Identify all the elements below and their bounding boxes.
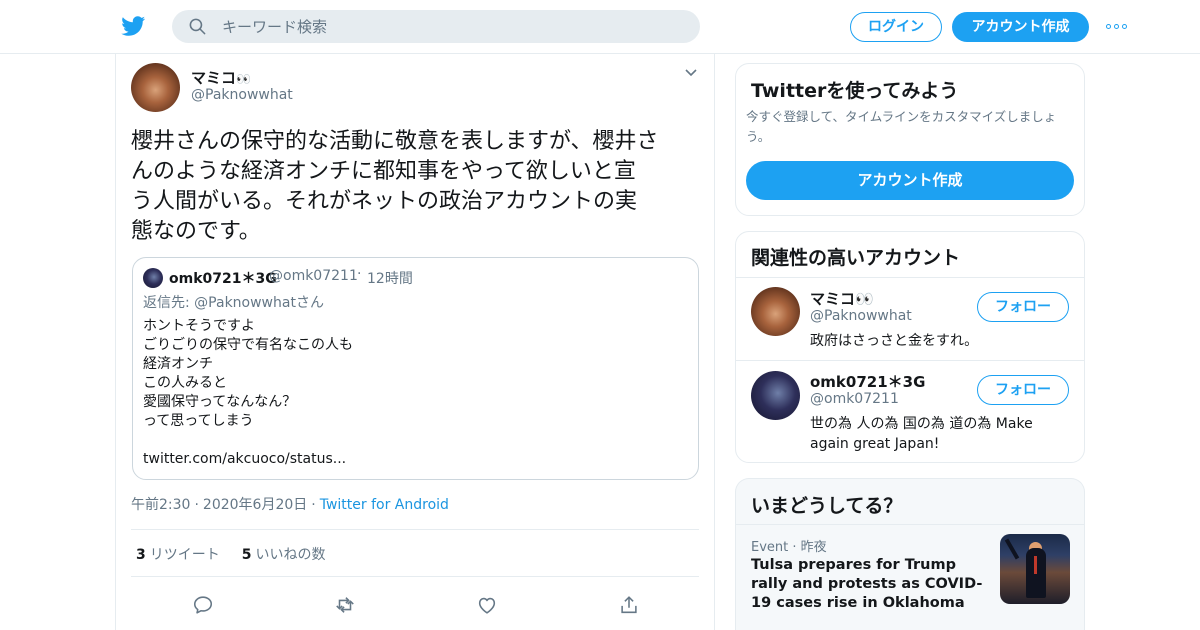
quoted-avatar <box>143 268 163 288</box>
avatar[interactable] <box>131 63 180 112</box>
follow-button[interactable]: フォロー <box>977 292 1069 322</box>
tweet-metadata: 午前2:30 · 2020年6月20日 · Twitter for Android <box>131 497 449 513</box>
quoted-author-name: omk0721＊3G <box>169 271 277 287</box>
related-account-bio: 世の為 人の為 国の為 道の為 Make again great Japan! <box>810 416 1033 452</box>
related-account-bio: 政府はさっさと金をすれ。 <box>810 333 979 349</box>
tweet-time[interactable]: 午前2:30 <box>131 497 190 513</box>
divider <box>736 277 1084 278</box>
trends-card: いまどうしてる？ Event · 昨夜 Tulsa prepares for T… <box>735 478 1085 630</box>
retweet-icon[interactable] <box>333 594 357 616</box>
retweet-stat[interactable]: 3 リツイート <box>136 547 220 563</box>
tweet-source[interactable]: Twitter for Android <box>320 497 449 513</box>
related-account-name[interactable]: omk0721＊3G <box>810 371 925 392</box>
related-account-handle[interactable]: @omk07211 <box>810 391 899 407</box>
divider <box>131 529 699 530</box>
trend-headline[interactable]: Tulsa prepares for Trump rally and prote… <box>751 556 996 613</box>
trend-thumbnail[interactable] <box>1000 534 1070 604</box>
signup-card-title: Twitterを使ってみよう <box>751 80 959 102</box>
search-icon <box>189 18 206 35</box>
signup-card-description: 今すぐ登録して、タイムラインをカスタマイズしましょう。 <box>746 109 1057 144</box>
tweet-stats: 3 リツイート 5 いいねの数 <box>136 544 326 564</box>
related-account-handle[interactable]: @Paknowwhat <box>810 308 912 324</box>
heart-icon[interactable] <box>475 594 499 616</box>
quoted-reply-to: @Paknowwhatさん <box>194 295 324 311</box>
twitter-bird-icon[interactable] <box>120 14 147 38</box>
chevron-down-icon[interactable] <box>684 68 698 78</box>
trend-category: Event · 昨夜 <box>751 540 827 555</box>
quoted-tweet-text: ホントそうですよ ごりごりの保守で有名なこの人も 経済オンチ この人みると 愛國… <box>143 318 353 467</box>
trends-title: いまどうしてる？ <box>751 495 903 517</box>
tweet-date[interactable]: 2020年6月20日 <box>203 497 307 513</box>
top-navigation-bar: ログイン アカウント作成 <box>0 0 1200 54</box>
quoted-separator: · <box>357 266 362 282</box>
quoted-author-handle: @omk07211 <box>269 268 358 284</box>
reply-icon[interactable] <box>191 594 215 616</box>
avatar[interactable] <box>751 287 800 336</box>
login-button[interactable]: ログイン <box>850 12 942 42</box>
related-account-name[interactable]: マミコ👀 <box>810 288 874 309</box>
author-name[interactable]: マミコ👀 <box>191 67 251 88</box>
avatar[interactable] <box>751 371 800 420</box>
signup-card-button[interactable]: アカウント作成 <box>746 161 1074 200</box>
more-dots-icon[interactable] <box>1106 18 1130 36</box>
search-bar[interactable] <box>172 10 700 43</box>
search-input[interactable] <box>222 10 682 43</box>
divider <box>736 524 1084 525</box>
signup-card: Twitterを使ってみよう 今すぐ登録して、タイムラインをカスタマイズしましょ… <box>735 63 1085 216</box>
follow-button[interactable]: フォロー <box>977 375 1069 405</box>
author-handle[interactable]: @Paknowwhat <box>191 87 293 103</box>
related-accounts-title: 関連性の高いアカウント <box>751 247 961 269</box>
signup-button[interactable]: アカウント作成 <box>952 12 1089 42</box>
quoted-reply-context: 返信先: @Paknowwhatさん <box>143 295 324 311</box>
quoted-timestamp: 12時間 <box>367 271 413 287</box>
eyes-emoji: 👀 <box>236 72 251 86</box>
share-icon[interactable] <box>617 594 641 616</box>
quoted-tweet[interactable]: omk0721＊3G @omk07211 · 12時間 返信先: @Paknow… <box>132 257 699 480</box>
divider <box>131 576 699 577</box>
related-accounts-card: 関連性の高いアカウント マミコ👀 @Paknowwhat フォロー 政府はさっさ… <box>735 231 1085 463</box>
tweet-detail: マミコ👀 @Paknowwhat 櫻井さんの保守的な活動に敬意を表しますが、櫻井… <box>115 54 715 630</box>
tweet-text: 櫻井さんの保守的な活動に敬意を表しますが、櫻井さ んのような経済オンチに都知事を… <box>131 129 659 244</box>
divider <box>736 360 1084 361</box>
like-stat[interactable]: 5 いいねの数 <box>242 547 326 563</box>
